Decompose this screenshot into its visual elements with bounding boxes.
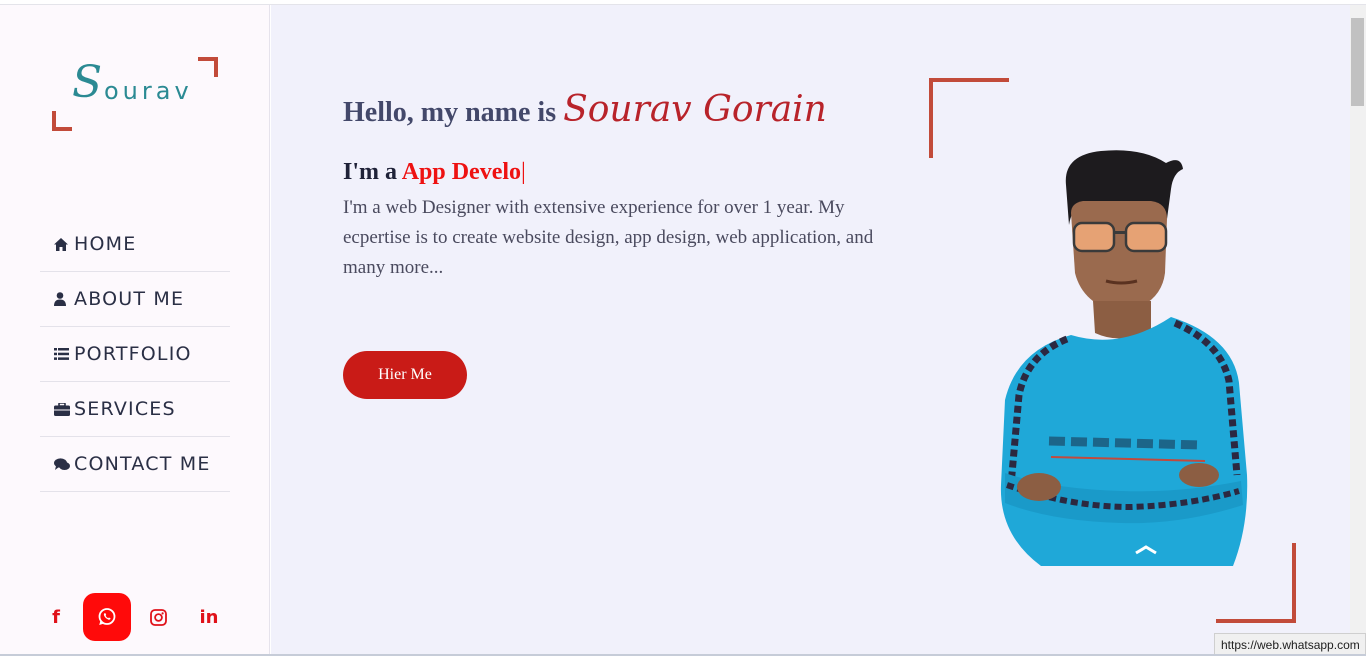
list-icon (54, 348, 74, 360)
hire-me-button[interactable]: Hier Me (343, 351, 467, 399)
nav-item-home[interactable]: HOME (40, 217, 230, 272)
greeting-text: Hello, my name is (343, 97, 557, 128)
comments-icon (54, 457, 74, 471)
typing-caret: | (521, 159, 526, 185)
role-typed-text: App Develo (401, 159, 522, 185)
whatsapp-icon[interactable] (83, 593, 131, 641)
scrollbar-thumb[interactable] (1351, 18, 1364, 106)
hero-section: Hello, my name is Sourav Gorain I'm a Ap… (271, 5, 1350, 656)
main-nav: HOME ABOUT ME PORTFOLIO SERVICES CONTACT… (40, 217, 230, 492)
logo-initial: S (72, 57, 103, 108)
linkedin-icon[interactable]: in (185, 593, 233, 641)
nav-item-contact-me[interactable]: CONTACT ME (40, 437, 230, 492)
role-prefix: I'm a (343, 159, 397, 185)
instagram-icon[interactable] (134, 593, 182, 641)
nav-item-portfolio[interactable]: PORTFOLIO (40, 327, 230, 382)
briefcase-icon (54, 402, 74, 416)
nav-item-about-me[interactable]: ABOUT ME (40, 272, 230, 327)
nav-label-about-me: ABOUT ME (74, 288, 185, 310)
nav-label-home: HOME (74, 233, 137, 255)
sidebar: S ourav HOME ABOUT ME PORTFOLIO SERVICES… (0, 5, 270, 656)
site-logo[interactable]: S ourav (52, 57, 218, 131)
home-icon (54, 237, 74, 251)
hero-greeting: Hello, my name is Sourav Gorain (343, 89, 827, 130)
hero-description: I'm a web Designer with extensive experi… (343, 197, 874, 278)
logo-corner-top-right (198, 57, 218, 77)
nav-label-services: SERVICES (74, 398, 176, 420)
facebook-icon[interactable]: f (32, 593, 80, 641)
hero-role: I'm a App Develo| (343, 159, 526, 186)
link-status-bar: https://web.whatsapp.com (1214, 633, 1366, 656)
user-icon (54, 292, 74, 306)
profile-photo (1000, 150, 1248, 566)
hero-name: Sourav Gorain (563, 89, 827, 130)
nav-label-contact-me: CONTACT ME (74, 453, 211, 475)
nav-item-services[interactable]: SERVICES (40, 382, 230, 437)
logo-corner-bottom-left (52, 111, 72, 131)
social-links: f in (32, 592, 242, 642)
logo-text: ourav (104, 77, 193, 105)
nav-label-portfolio: PORTFOLIO (74, 343, 192, 365)
